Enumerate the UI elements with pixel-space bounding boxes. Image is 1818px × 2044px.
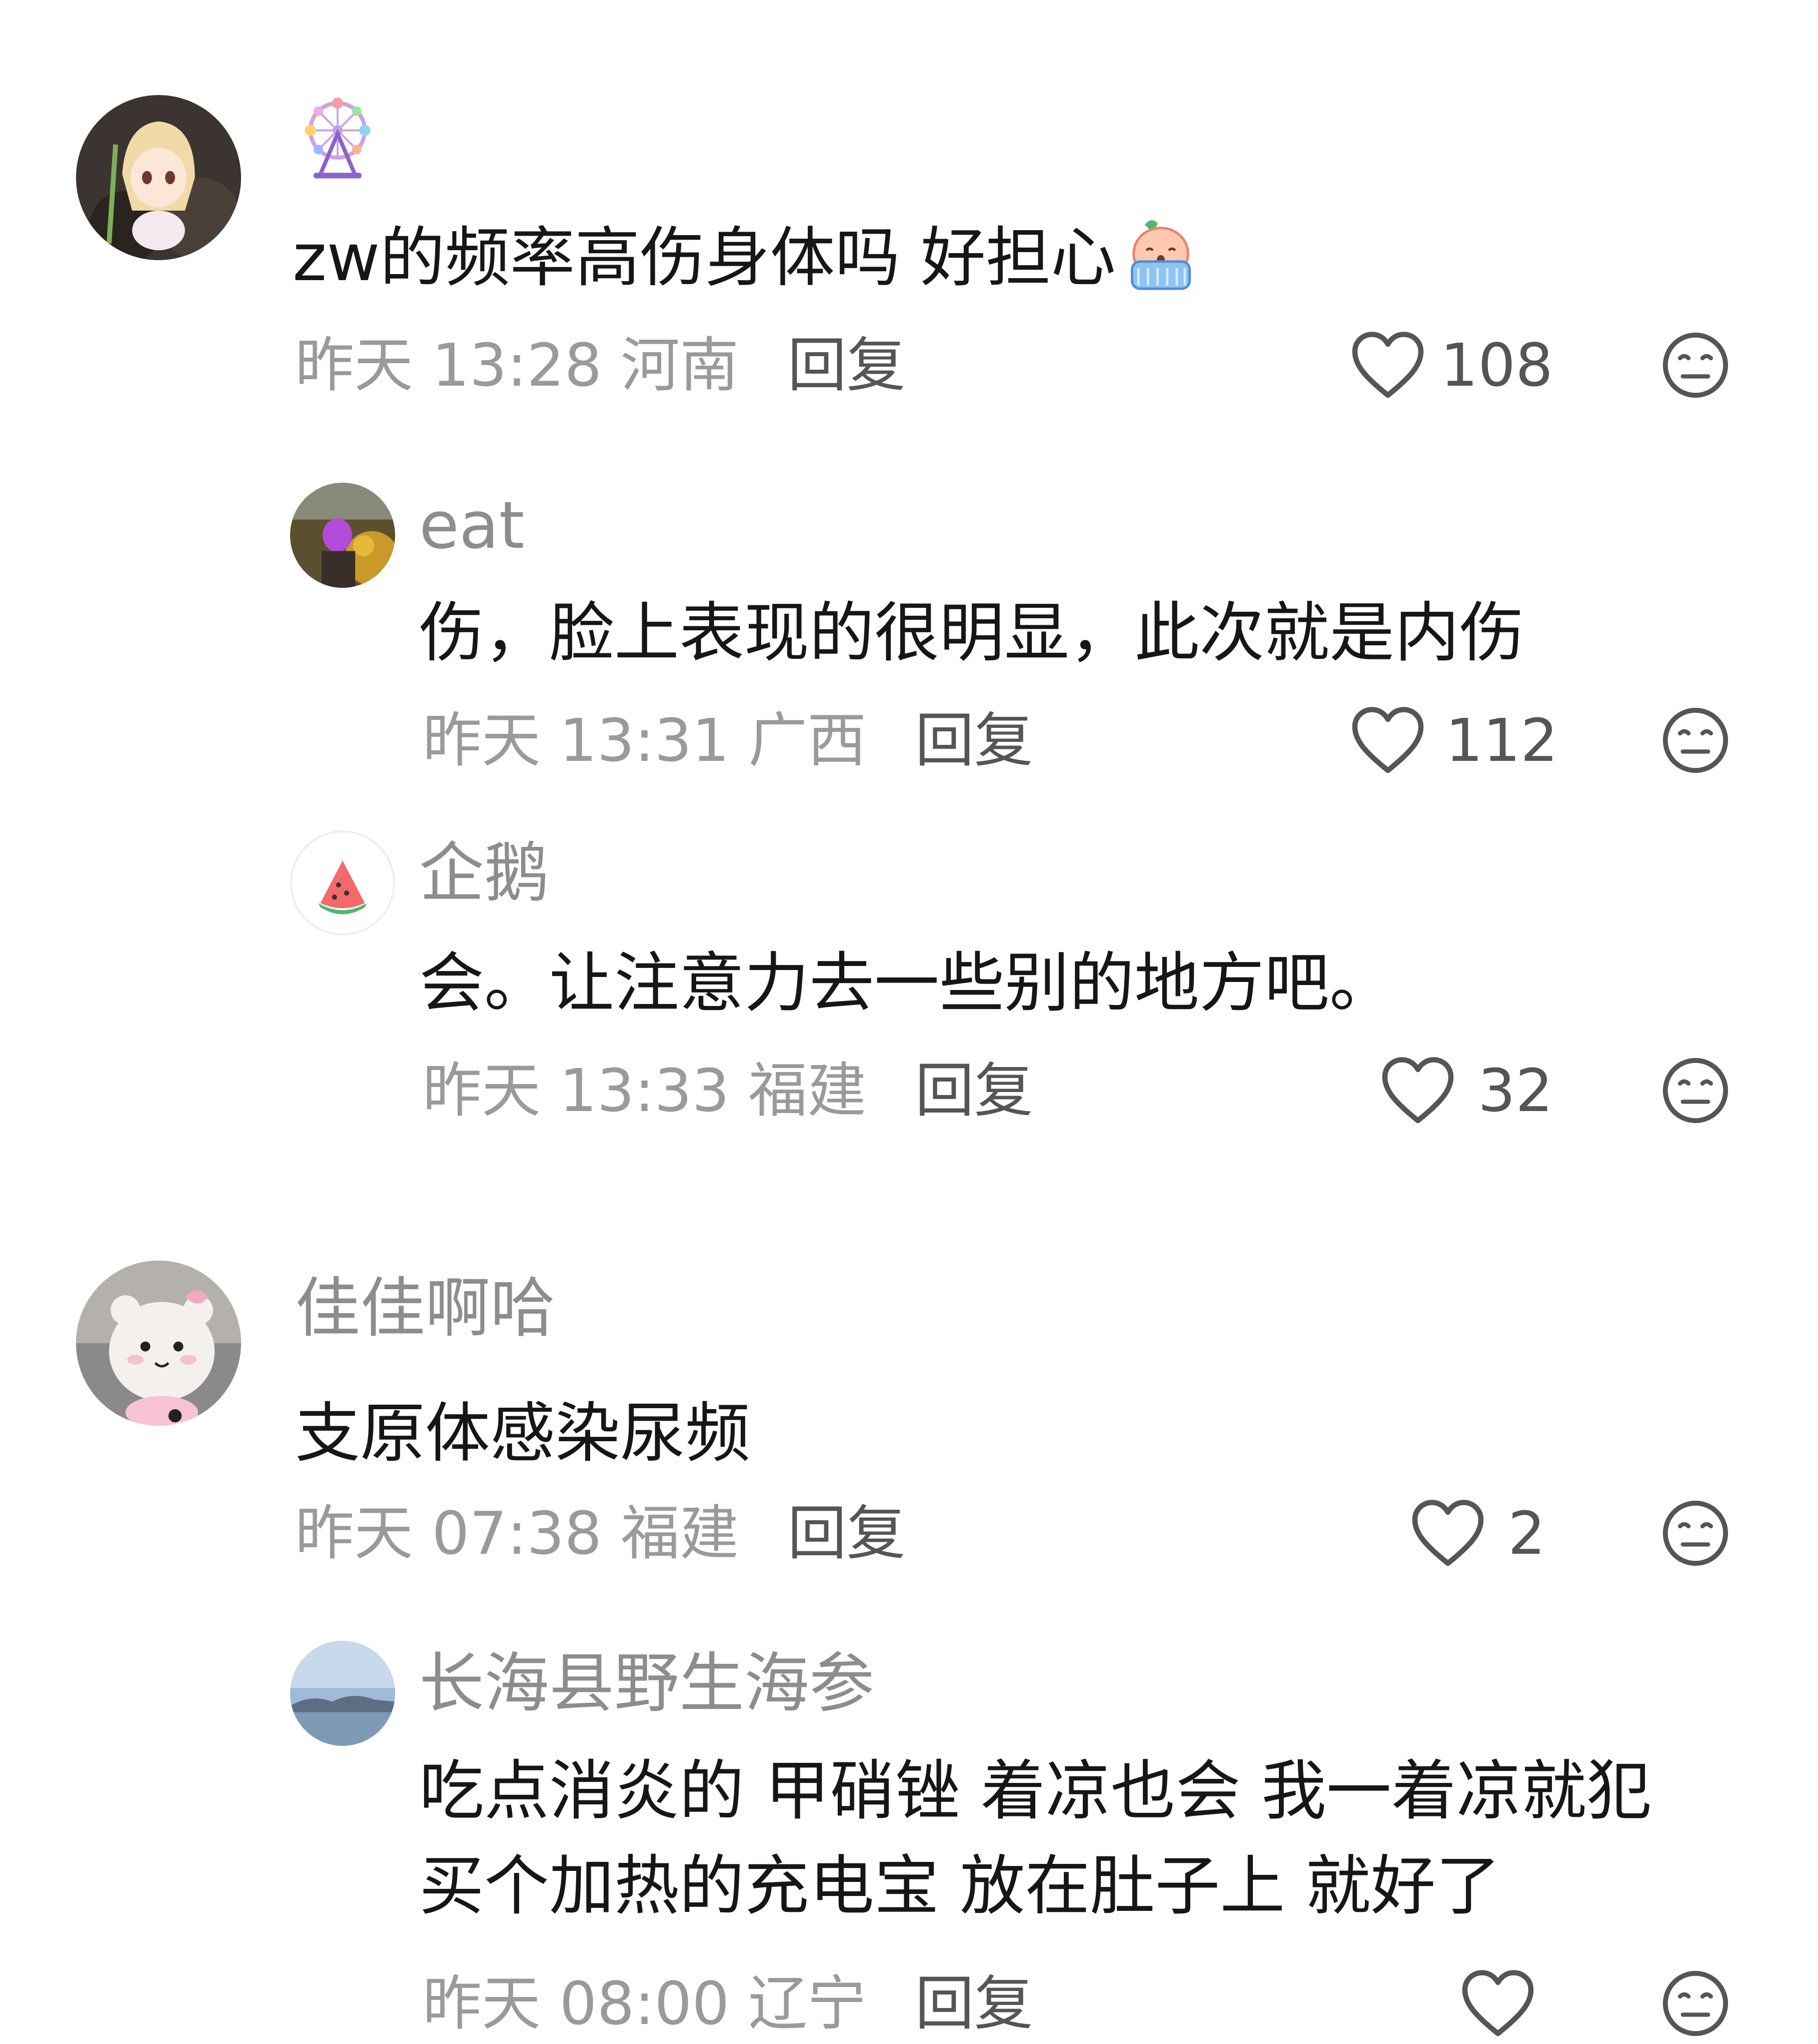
- user-avatar[interactable]: [290, 830, 395, 935]
- reply-time: 昨天 13:31: [423, 706, 730, 775]
- comment-time: 昨天 13:28: [295, 331, 602, 400]
- like-count: 2: [1508, 1499, 1546, 1568]
- reply-button[interactable]: 回复: [788, 1499, 906, 1568]
- user-avatar[interactable]: [290, 1641, 395, 1746]
- plush-toy-avatar-image: [76, 1261, 241, 1426]
- like-heart-icon[interactable]: [1410, 1498, 1485, 1568]
- like-heart-icon[interactable]: [1380, 1056, 1455, 1126]
- reply-meta: 昨天 08:00 辽宁 回复: [423, 1968, 1033, 2038]
- like-count: 108: [1440, 331, 1553, 400]
- comment-time: 昨天 07:38: [295, 1499, 602, 1568]
- comment-meta: 昨天 07:38 福建 回复: [295, 1498, 906, 1568]
- like-count: 112: [1445, 706, 1558, 775]
- reply-time: 昨天 13:33: [423, 1056, 730, 1125]
- comment-location: 福建: [621, 1499, 739, 1568]
- like-heart-icon[interactable]: [1350, 705, 1425, 775]
- ferris-wheel-icon: [298, 95, 378, 180]
- reply-button[interactable]: 回复: [915, 1969, 1033, 2038]
- comment-text: 支原体感染尿频: [295, 1395, 751, 1471]
- dislike-face-icon[interactable]: [1660, 1968, 1730, 2038]
- dislike-face-icon[interactable]: [1660, 705, 1730, 775]
- reply-button[interactable]: 回复: [788, 331, 906, 400]
- reply-button[interactable]: 回复: [915, 1056, 1033, 1125]
- crying-face-emoji-icon: [1121, 215, 1201, 295]
- comment-text: zw的频率高伤身体吗 好担心: [293, 210, 1201, 305]
- comment-location: 河南: [621, 331, 739, 400]
- sea-landscape-avatar-image: [290, 1641, 395, 1746]
- reply-text: 会。让注意力去一些别的地方吧。: [419, 945, 1395, 1021]
- like-heart-icon[interactable]: [1350, 330, 1425, 400]
- like-count: 32: [1478, 1056, 1553, 1125]
- anime-girl-avatar-image: [76, 95, 241, 260]
- reply-location: 福建: [748, 1056, 867, 1125]
- dislike-face-icon[interactable]: [1660, 1056, 1730, 1126]
- dislike-face-icon[interactable]: [1660, 330, 1730, 400]
- reply-meta: 昨天 13:31 广西 回复: [423, 705, 1033, 775]
- comment-username[interactable]: 佳佳啊哈: [295, 1271, 555, 1346]
- reply-username[interactable]: eat: [419, 488, 525, 563]
- photo-avatar-image: [290, 483, 395, 588]
- reply-username[interactable]: 长海县野生海参: [419, 1646, 874, 1721]
- reply-username[interactable]: 企鹅: [419, 835, 549, 910]
- dislike-face-icon[interactable]: [1660, 1498, 1730, 1568]
- reply-meta: 昨天 13:33 福建 回复: [423, 1056, 1033, 1126]
- reply-time: 昨天 08:00: [423, 1969, 730, 2038]
- user-avatar[interactable]: [76, 1261, 241, 1426]
- like-heart-icon[interactable]: [1460, 1968, 1535, 2038]
- user-avatar[interactable]: [76, 95, 241, 260]
- reply-text-line-1: 吃点消炎的 甲硝锉 着凉也会 我一着凉就犯: [419, 1753, 1651, 1829]
- comment-text-content: zw的频率高伤身体吗 好担心: [293, 220, 1116, 296]
- watermelon-icon: [292, 832, 393, 933]
- reply-location: 辽宁: [748, 1969, 867, 2038]
- reply-text-line-2: 买个加热的充电宝 放在肚子上 就好了: [419, 1848, 1501, 1924]
- reply-button[interactable]: 回复: [915, 706, 1033, 775]
- comment-meta: 昨天 13:28 河南 回复: [295, 330, 906, 400]
- reply-location: 广西: [748, 706, 867, 775]
- reply-text: 伤，脸上表现的很明显，此次就是内伤: [419, 595, 1525, 671]
- user-avatar[interactable]: [290, 483, 395, 588]
